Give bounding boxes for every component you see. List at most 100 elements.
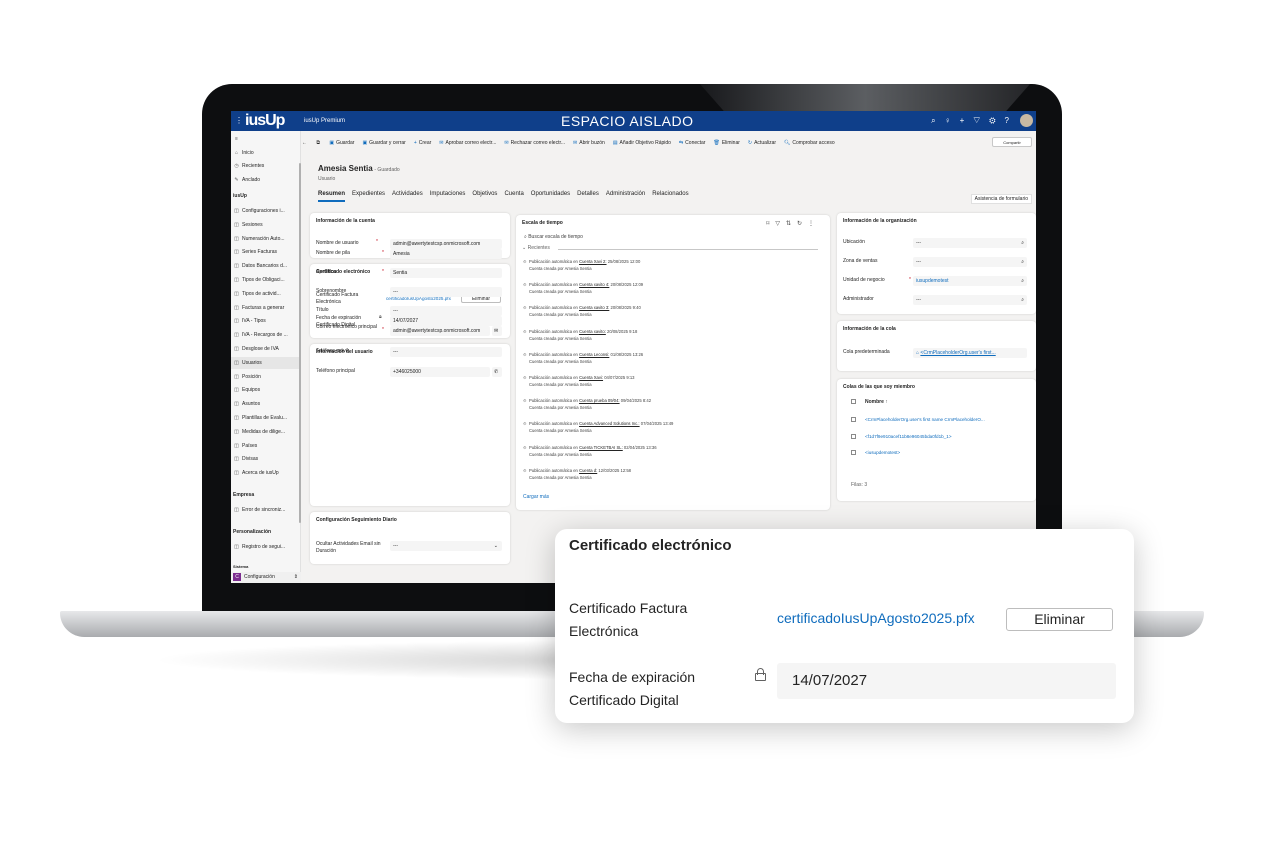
- tab[interactable]: Detalles: [577, 191, 599, 200]
- sidebar-item-registro[interactable]: ◫ Registro de segui...: [231, 541, 301, 553]
- sidebar-item[interactable]: ◫ Datos Bancarios d...: [231, 260, 301, 272]
- queue-lookup[interactable]: ⌂ <CrmPlaceholderOrg.user's first...: [913, 348, 1027, 358]
- sidebar-item-error-sincronizacion[interactable]: ◫ Error de sincroniz...: [231, 504, 301, 516]
- command-button[interactable]: ✉ Abrir buzón: [573, 134, 605, 152]
- timeline-item[interactable]: ⚙ Publicación automática en Cuenta Xavi: …: [523, 374, 635, 388]
- timeline-account-link[interactable]: Cuenta xavito 3:: [579, 305, 609, 310]
- queue-link[interactable]: <CrmPlaceholderOrg.user's first name Crm…: [865, 417, 985, 422]
- user-field-value[interactable]: +346025000: [390, 367, 490, 377]
- bookmark-icon[interactable]: ⌑: [766, 221, 775, 227]
- timeline-item[interactable]: ⚙ Publicación automática en Cuenta xavito…: [523, 328, 637, 342]
- share-button[interactable]: Compartir: [992, 137, 1032, 147]
- sidebar-item[interactable]: ◫ Sesiones: [231, 219, 301, 231]
- more-icon[interactable]: ⋮: [808, 221, 820, 227]
- user-avatar[interactable]: [1020, 114, 1033, 127]
- tab[interactable]: Oportunidades: [531, 191, 570, 200]
- help-icon[interactable]: ?: [1005, 116, 1018, 125]
- sidebar-item-recientes[interactable]: ◷ Recientes: [231, 160, 301, 172]
- org-field-value[interactable]: iusupdemotest ⌕: [913, 276, 1027, 286]
- sidebar-scrollbar[interactable]: [299, 163, 301, 523]
- waffle-icon[interactable]: ⋮⋮: [235, 117, 251, 125]
- load-more-link[interactable]: Cargar más: [523, 494, 549, 500]
- search-icon[interactable]: ⌕: [931, 116, 944, 125]
- timeline-item[interactable]: ⚙ Publicación automática en Cuenta Xavi 2…: [523, 258, 640, 272]
- command-button[interactable]: ↻ Actualizar: [748, 134, 776, 152]
- timeline-account-link[interactable]: Cuenta Xavi 2:: [579, 259, 606, 264]
- table-row[interactable]: <f1d7f9e910acef11b8e96045bda0fd1b_1>: [851, 432, 952, 442]
- email-icon[interactable]: ✉: [492, 326, 502, 336]
- timeline-account-link[interactable]: Cuenta Xavi:: [579, 375, 603, 380]
- user-field-value[interactable]: ---: [390, 347, 502, 357]
- timeline-account-link[interactable]: Cuenta Leconsi:: [579, 352, 609, 357]
- timeline-recent-group[interactable]: ⌄ Recientes: [522, 245, 550, 251]
- row-checkbox[interactable]: [851, 433, 856, 439]
- tab[interactable]: Resumen: [318, 191, 346, 202]
- command-button[interactable]: 🗑︎ Eliminar: [713, 134, 739, 152]
- timeline-account-link[interactable]: Cuenta TICKETBAI SL:: [579, 445, 623, 450]
- timeline-item[interactable]: ⚙ Publicación automática en Cuenta d: 12/…: [523, 467, 631, 481]
- tab[interactable]: Administración: [606, 191, 645, 200]
- zoom-delete-button[interactable]: Eliminar: [1006, 608, 1113, 631]
- command-button[interactable]: + Crear: [414, 134, 431, 152]
- org-field-value[interactable]: --- ⌕: [913, 257, 1027, 267]
- timeline-account-link[interactable]: Cuenta Advanced Solutions Inc.:: [579, 421, 640, 426]
- command-button[interactable]: 🔍︎ Comprobar acceso: [784, 134, 835, 152]
- sidebar-item[interactable]: ◫ Desglose de IVA: [231, 343, 301, 355]
- timeline-account-link[interactable]: Cuenta prueba 09/04:: [579, 398, 620, 403]
- daily-select[interactable]: --- ⌄: [390, 541, 502, 551]
- filter-icon[interactable]: ▽: [775, 221, 786, 227]
- user-field-value[interactable]: ---: [390, 306, 502, 316]
- sidebar-item[interactable]: ◫ Tipos de Obligaci...: [231, 274, 301, 286]
- sidebar-item-inicio[interactable]: ⌂ Inicio: [231, 147, 301, 159]
- sidebar-item[interactable]: ◫ Países: [231, 440, 301, 452]
- timeline-account-link[interactable]: Cuenta xavito 4:: [579, 282, 609, 287]
- sidebar-item[interactable]: ◫ Numeración Auto...: [231, 233, 301, 245]
- queue-link[interactable]: <iusupdemotest>: [865, 450, 900, 455]
- timeline-item[interactable]: ⚙ Publicación automática en Cuenta xavito…: [523, 281, 643, 295]
- sidebar-item[interactable]: ◫ Facturas a generar: [231, 302, 301, 314]
- command-button[interactable]: ▤ Añadir Objetivo Rápido: [613, 134, 671, 152]
- user-field-value[interactable]: Sentia: [390, 268, 502, 278]
- table-row[interactable]: <CrmPlaceholderOrg.user's first name Crm…: [851, 415, 985, 425]
- command-button[interactable]: ⇆ Conectar: [679, 134, 706, 152]
- tab[interactable]: Imputaciones: [430, 191, 466, 200]
- row-checkbox[interactable]: [851, 417, 856, 423]
- command-button[interactable]: ✉ Rechazar correo electr...: [504, 134, 565, 152]
- sidebar-item[interactable]: ◫ Divisas: [231, 453, 301, 465]
- username-field[interactable]: admin@awertytestcsp.onmicrosoft.com: [390, 239, 502, 249]
- user-field-value[interactable]: admin@awertytestcsp.onmicrosoft.com: [390, 326, 490, 336]
- sidebar-item[interactable]: ◫ Acerca de iusUp: [231, 467, 301, 479]
- row-checkbox[interactable]: [851, 450, 856, 456]
- lightbulb-icon[interactable]: ♀: [945, 116, 960, 125]
- popout-icon[interactable]: ⧉: [316, 134, 320, 152]
- tab[interactable]: Objetivos: [472, 191, 497, 200]
- search-icon[interactable]: ⌕: [1021, 276, 1024, 286]
- timeline-item[interactable]: ⚙ Publicación automática en Cuenta prueba…: [523, 397, 651, 411]
- timeline-search[interactable]: ⌕ Buscar escala de tiempo: [524, 232, 824, 242]
- search-icon[interactable]: ⌕: [1021, 295, 1024, 305]
- app-title[interactable]: iusUp Premium: [304, 118, 345, 124]
- refresh-icon[interactable]: ↻: [797, 221, 808, 227]
- tab[interactable]: Cuenta: [504, 191, 523, 200]
- sidebar-item[interactable]: ◫ Asuntos: [231, 398, 301, 410]
- sidebar-item[interactable]: ◫ Medidas de dilige...: [231, 426, 301, 438]
- sidebar-item[interactable]: ◫ Tipos de activid...: [231, 288, 301, 300]
- timeline-account-link[interactable]: Cuenta d:: [579, 468, 597, 473]
- sidebar-item[interactable]: ◫ Series Facturas: [231, 246, 301, 258]
- sidebar-item[interactable]: ◫ Plantillas de Evalu...: [231, 412, 301, 424]
- zoom-cert-file-link[interactable]: certificadoIusUpAgosto2025.pfx: [777, 610, 975, 626]
- timeline-item[interactable]: ⚙ Publicación automática en Cuenta Lecons…: [523, 351, 643, 365]
- sidebar-item[interactable]: ◫ Posición: [231, 371, 301, 383]
- phone-icon[interactable]: ✆: [492, 367, 502, 377]
- sidebar-item[interactable]: ◫ Configuraciones i...: [231, 205, 301, 217]
- timeline-item[interactable]: ⚙ Publicación automática en Cuenta TICKET…: [523, 444, 657, 458]
- user-field-value[interactable]: ---: [390, 287, 502, 297]
- org-field-value[interactable]: --- ⌕: [913, 238, 1027, 248]
- tab[interactable]: Expedientes: [352, 191, 385, 200]
- user-field-value[interactable]: Amesia: [390, 249, 502, 259]
- queue-value-link[interactable]: <CrmPlaceholderOrg.user's first...: [920, 350, 995, 356]
- sidebar-item[interactable]: ◫ IVA - Recargos de ...: [231, 329, 301, 341]
- tab[interactable]: Actividades: [392, 191, 423, 200]
- search-icon[interactable]: ⌕: [1021, 238, 1024, 248]
- area-switcher[interactable]: C Configuración ⇕: [231, 572, 301, 583]
